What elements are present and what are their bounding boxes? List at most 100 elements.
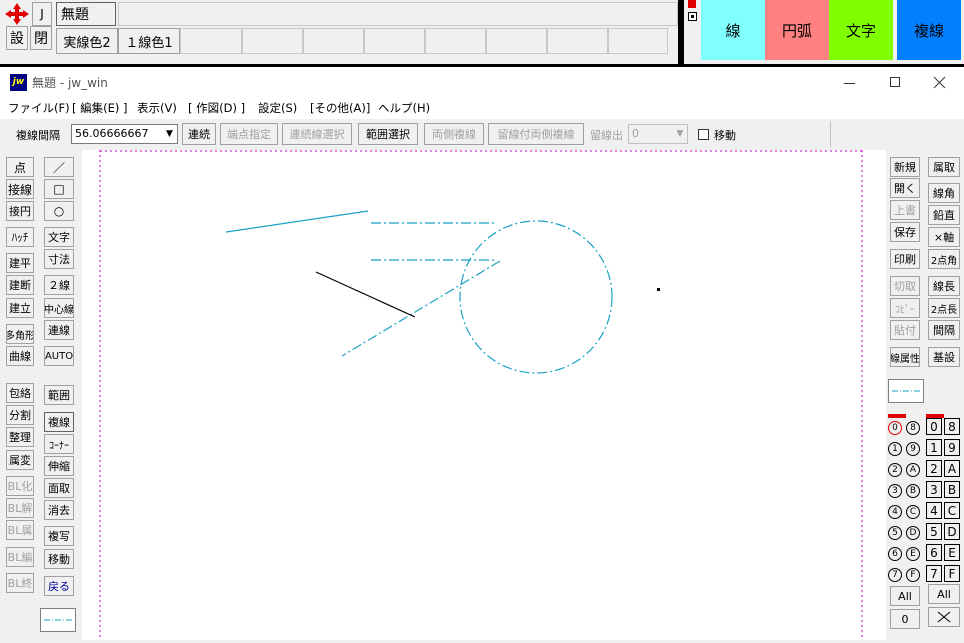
circle-tool[interactable]: ○ xyxy=(44,201,74,221)
block-attribute-tool[interactable]: BL属 xyxy=(6,520,34,540)
line-style-cell[interactable] xyxy=(180,28,242,54)
menu-edit[interactable]: [ 編集(E) ] xyxy=(72,97,128,119)
new-file-button[interactable]: 新規 xyxy=(890,157,920,177)
group-0[interactable]: 0 xyxy=(888,419,902,435)
group-zero-button[interactable]: 0 xyxy=(890,609,920,629)
layer-d[interactable]: D xyxy=(944,523,960,540)
group-3[interactable]: 3 xyxy=(888,482,902,498)
current-line-preview[interactable] xyxy=(888,379,924,403)
layer-c[interactable]: C xyxy=(944,502,960,519)
two-point-angle-button[interactable]: 2点角 xyxy=(928,249,960,269)
interval-button[interactable]: 間隔 xyxy=(928,320,960,340)
group-5[interactable]: 5 xyxy=(888,524,902,540)
both-side-offset-button[interactable]: 両側複線 xyxy=(424,123,484,145)
tome-combo[interactable]: 0 ▼ xyxy=(628,124,688,144)
organize-tool[interactable]: 整理 xyxy=(6,427,34,447)
envelope-tool[interactable]: 包絡 xyxy=(6,383,34,403)
move-tool[interactable]: 移動 xyxy=(44,549,74,569)
line-angle-button[interactable]: 線角 xyxy=(928,183,960,203)
layer-all-button[interactable]: All xyxy=(928,584,960,604)
menu-draw[interactable]: [ 作図(D) ] xyxy=(188,97,245,119)
minimize-icon[interactable] xyxy=(838,73,862,93)
divide-tool[interactable]: 分割 xyxy=(6,405,34,425)
stretch-tool[interactable]: 伸縮 xyxy=(44,456,74,476)
hatch-tool[interactable]: ﾊｯﾁ xyxy=(6,227,34,247)
line-style-cell[interactable] xyxy=(364,28,425,54)
group-f[interactable]: F xyxy=(906,566,920,582)
block-explode-tool[interactable]: BL解 xyxy=(6,498,34,518)
layer-close-icon[interactable] xyxy=(928,607,960,627)
layer-0[interactable]: 0 xyxy=(926,418,942,435)
offset-distance-combo[interactable]: 56.06666667 ▼ xyxy=(71,124,178,144)
close-button[interactable]: 閉 xyxy=(30,26,52,50)
group-1[interactable]: 1 xyxy=(888,440,902,456)
layer-e[interactable]: E xyxy=(944,544,960,561)
x-axis-button[interactable]: ×軸 xyxy=(928,227,960,247)
section-tool[interactable]: 建断 xyxy=(6,275,34,295)
connect-line-tool[interactable]: 連線 xyxy=(44,320,74,340)
vertical-button[interactable]: 鉛直 xyxy=(928,205,960,225)
drawing-canvas[interactable] xyxy=(82,150,886,640)
layer-2[interactable]: 2 xyxy=(926,460,942,477)
group-8[interactable]: 8 xyxy=(906,419,920,435)
line-color-button[interactable]: 実線色2 xyxy=(56,28,118,54)
line-color-tool-button[interactable]: 線 xyxy=(701,0,765,60)
offset-color-tool-button[interactable]: 複線 xyxy=(897,0,961,60)
menu-view[interactable]: 表示(V) xyxy=(137,97,177,119)
tangent-circle-tool[interactable]: 接円 xyxy=(6,201,34,221)
dimension-tool[interactable]: 寸法 xyxy=(44,249,74,269)
line-attribute-button[interactable]: 線属性 xyxy=(890,347,920,367)
base-setting-button[interactable]: 基設 xyxy=(928,347,960,367)
layer-b[interactable]: B xyxy=(944,481,960,498)
group-2[interactable]: 2 xyxy=(888,461,902,477)
line-type-preview[interactable] xyxy=(40,608,76,632)
rectangle-tool[interactable]: □ xyxy=(44,179,74,199)
range-select-button[interactable]: 範囲選択 xyxy=(358,123,418,145)
corner-tool[interactable]: ｺｰﾅｰ xyxy=(44,434,74,454)
maximize-icon[interactable] xyxy=(884,73,908,93)
j-button[interactable]: J xyxy=(32,2,52,26)
group-a[interactable]: A xyxy=(906,461,920,477)
layer-name-button[interactable]: 無題 xyxy=(56,2,116,26)
attribute-change-tool[interactable]: 属変 xyxy=(6,450,34,470)
move-checkbox[interactable] xyxy=(698,129,709,140)
erase-tool[interactable]: 消去 xyxy=(44,500,74,520)
menu-file[interactable]: ファイル(F) xyxy=(8,97,70,119)
curve-tool[interactable]: 曲線 xyxy=(6,346,34,366)
attribute-pick-button[interactable]: 属取 xyxy=(928,157,960,177)
range-tool[interactable]: 範囲 xyxy=(44,385,74,405)
line-length-button[interactable]: 線長 xyxy=(928,276,960,296)
auto-tool[interactable]: AUTO xyxy=(44,346,74,366)
line-tool[interactable]: ／ xyxy=(44,157,74,177)
layer-a[interactable]: A xyxy=(944,460,960,477)
menu-settings[interactable]: 設定(S) xyxy=(258,97,297,119)
dot-indicator-icon[interactable] xyxy=(688,12,697,21)
line-style-cell[interactable] xyxy=(547,28,608,54)
close-icon[interactable] xyxy=(928,73,952,93)
plan-tool[interactable]: 建平 xyxy=(6,253,34,273)
undo-tool[interactable]: 戻る xyxy=(44,576,74,596)
block-edit-tool[interactable]: BL編 xyxy=(6,547,34,567)
chevron-down-icon[interactable]: ▼ xyxy=(162,125,177,143)
elevation-tool[interactable]: 建立 xyxy=(6,298,34,318)
group-7[interactable]: 7 xyxy=(888,566,902,582)
line-style-cell[interactable] xyxy=(303,28,364,54)
group-e[interactable]: E xyxy=(906,545,920,561)
point-tool[interactable]: 点 xyxy=(6,157,34,177)
arc-color-tool-button[interactable]: 円弧 xyxy=(765,0,829,60)
paste-button[interactable]: 貼付 xyxy=(890,320,920,340)
save-button[interactable]: 保存 xyxy=(890,222,920,242)
group-all-button[interactable]: All xyxy=(890,586,920,606)
chamfer-tool[interactable]: 面取 xyxy=(44,478,74,498)
layer-8[interactable]: 8 xyxy=(944,418,960,435)
layer-6[interactable]: 6 xyxy=(926,544,942,561)
line-width-button[interactable]: １線色1 xyxy=(118,28,180,54)
move-arrows-icon[interactable] xyxy=(4,2,30,26)
group-6[interactable]: 6 xyxy=(888,545,902,561)
group-4[interactable]: 4 xyxy=(888,503,902,519)
chain-select-button[interactable]: 連続線選択 xyxy=(282,123,352,145)
menu-other[interactable]: [その他(A)] xyxy=(310,97,370,119)
offset-tool[interactable]: 複線 xyxy=(44,412,74,432)
group-9[interactable]: 9 xyxy=(906,440,920,456)
line-style-cell[interactable] xyxy=(608,28,668,54)
